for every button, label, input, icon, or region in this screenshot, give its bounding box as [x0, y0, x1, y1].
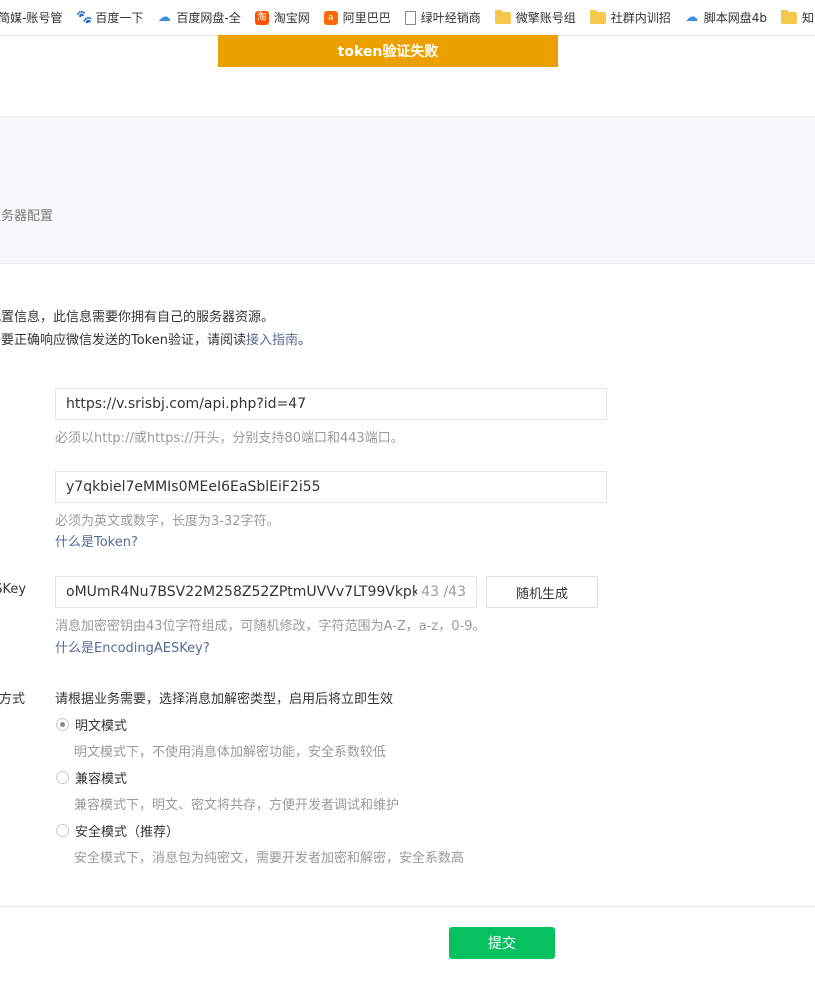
- char-counter: 43 /43: [421, 584, 466, 600]
- bookmark-item[interactable]: 简媒-账号管: [0, 9, 62, 26]
- baidu-cloud-icon: ☁: [157, 9, 171, 25]
- bookmark-item[interactable]: a 阿里巴巴: [323, 9, 391, 26]
- token-hint: 必须为英文或数字，长度为3-32字符。: [55, 514, 280, 529]
- baidu-cloud-icon: ☁: [685, 9, 699, 25]
- encryption-mode-label: 方式: [0, 692, 26, 707]
- aes-key-help-link[interactable]: 什么是EncodingAESKey?: [55, 637, 210, 656]
- bookmark-folder[interactable]: 微擎账号组: [494, 9, 576, 26]
- bookmark-folder[interactable]: 社群内训招: [589, 9, 671, 26]
- bookmark-folder[interactable]: 知识铺: [781, 9, 815, 26]
- aes-key-hint: 消息加密密钥由43位字符组成，可随机修改，字符范围为A-Z，a-z，0-9。: [55, 619, 486, 634]
- random-generate-button[interactable]: 随机生成: [486, 576, 598, 608]
- folder-icon: [494, 9, 511, 24]
- radio-secure-mode[interactable]: 安全模式（推荐）: [56, 821, 179, 840]
- folder-icon: [589, 9, 606, 24]
- section-title: 服务器配置: [0, 209, 54, 224]
- bookmark-item[interactable]: 绿叶经销商: [404, 9, 481, 26]
- url-hint: 必须以http://或https://开头，分别支持80端口和443端口。: [55, 431, 404, 446]
- bookmark-item[interactable]: ☁ 百度网盘-全: [157, 9, 241, 26]
- plaintext-mode-desc: 明文模式下，不使用消息体加解密功能，安全系数较低: [74, 745, 387, 760]
- radio-button-checked[interactable]: [56, 718, 69, 731]
- token-input[interactable]: y7qkbiel7eMMIs0MEeI6EaSblEiF2i55: [55, 471, 607, 503]
- compatible-mode-desc: 兼容模式下，明文、密文将共存，方便开发者调试和维护: [74, 798, 400, 813]
- bookmark-item[interactable]: 🐾 百度一下: [76, 9, 143, 26]
- bookmark-item[interactable]: 淘淘宝网: [254, 9, 310, 26]
- section-header-band: [0, 116, 815, 264]
- radio-compatible-mode[interactable]: 兼容模式: [56, 768, 127, 787]
- bookmarks-bar: 简媒-账号管 🐾 百度一下 ☁ 百度网盘-全 淘淘宝网 a 阿里巴巴 绿叶经销商 微擎…: [0, 0, 815, 36]
- aes-key-input[interactable]: oMUmR4Nu7BSV22M258Z52ZPtmUVVv7LT99Vkpk2 4…: [55, 576, 477, 608]
- encryption-mode-intro: 请根据业务需要，选择消息加解密类型，启用后将立即生效: [55, 692, 394, 707]
- aes-key-label: ESKey: [0, 582, 27, 597]
- taobao-icon: 淘: [254, 10, 269, 25]
- radio-button[interactable]: [56, 771, 69, 784]
- submit-button[interactable]: 提交: [449, 927, 555, 959]
- folder-icon: [781, 9, 798, 24]
- description-line-1: 配置信息，此信息需要你拥有自己的服务器资源。: [0, 310, 275, 325]
- description-line-2: 需要正确响应微信发送的Token验证，请阅读接入指南。: [0, 333, 312, 348]
- alibaba-icon: a: [323, 10, 338, 25]
- bookmark-item[interactable]: ☁ 脚本网盘4b: [685, 9, 767, 26]
- radio-button[interactable]: [56, 824, 69, 837]
- access-guide-link[interactable]: 接入指南: [246, 333, 298, 348]
- page-icon: [404, 10, 416, 25]
- error-toast: token验证失败: [218, 35, 558, 67]
- token-help-link[interactable]: 什么是Token?: [55, 531, 138, 550]
- baidu-paw-icon: 🐾: [76, 9, 93, 25]
- radio-plaintext-mode[interactable]: 明文模式: [56, 715, 127, 734]
- url-input[interactable]: https://v.srisbj.com/api.php?id=47: [55, 388, 607, 420]
- secure-mode-desc: 安全模式下，消息包为纯密文，需要开发者加密和解密，安全系数高: [74, 851, 465, 866]
- footer-divider: [0, 906, 815, 907]
